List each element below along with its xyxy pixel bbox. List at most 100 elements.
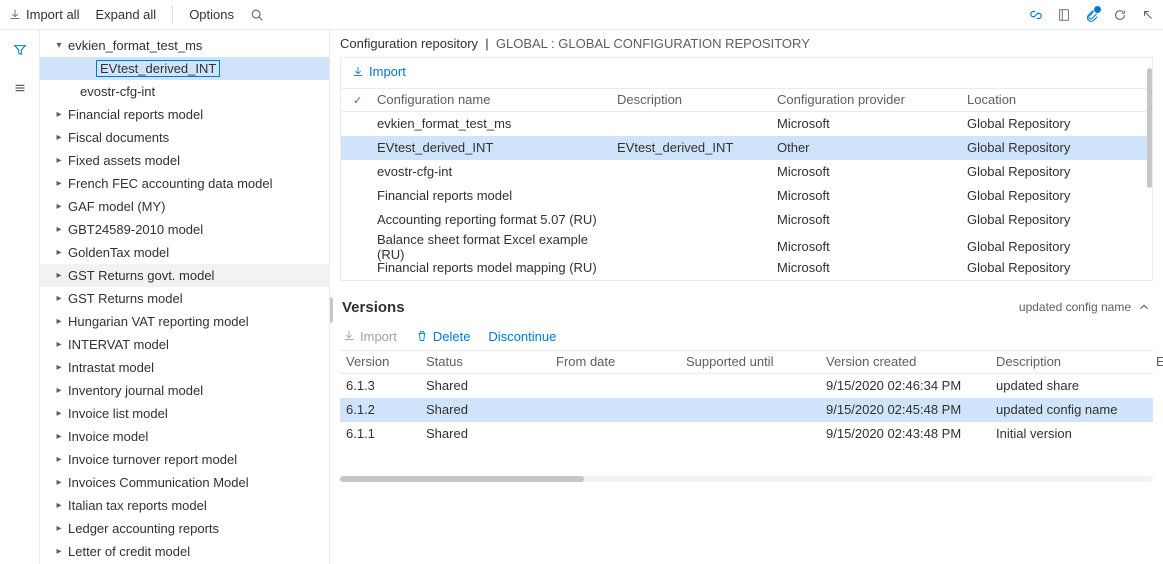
- tree-item[interactable]: ▸INTERVAT model: [40, 333, 329, 356]
- tree-item[interactable]: ▸Fiscal documents: [40, 126, 329, 149]
- tree-item[interactable]: ▸Inventory journal model: [40, 379, 329, 402]
- tree-item[interactable]: EVtest_derived_INT: [40, 57, 329, 80]
- tree-item[interactable]: ▸Fixed assets model: [40, 149, 329, 172]
- tree-item[interactable]: evostr-cfg-int: [40, 80, 329, 103]
- tree-item[interactable]: ▸Invoice model: [40, 425, 329, 448]
- tree-item[interactable]: ▸GAF model (MY): [40, 195, 329, 218]
- cell-status: Shared: [426, 426, 556, 441]
- tree-item[interactable]: ▸French FEC accounting data model: [40, 172, 329, 195]
- chevron-right-icon[interactable]: ▸: [52, 384, 66, 398]
- vcol-e[interactable]: E: [1156, 354, 1163, 369]
- chevron-right-icon[interactable]: ▸: [52, 292, 66, 306]
- chevron-right-icon[interactable]: ▸: [52, 177, 66, 191]
- link-icon-button[interactable]: [1029, 8, 1043, 22]
- horizontal-scrollbar[interactable]: [340, 476, 1153, 482]
- chevron-right-icon[interactable]: ▸: [52, 246, 66, 260]
- import-all-button[interactable]: Import all: [8, 7, 79, 22]
- chevron-right-icon[interactable]: ▸: [52, 315, 66, 329]
- config-row[interactable]: Balance sheet format Excel example (RU)M…: [341, 232, 1152, 256]
- resize-handle[interactable]: [330, 297, 333, 323]
- office-icon-button[interactable]: [1057, 8, 1071, 22]
- filter-icon: [13, 43, 27, 57]
- tree-item[interactable]: ▸GoldenTax model: [40, 241, 329, 264]
- tree-item[interactable]: ▸Ledger accounting reports: [40, 517, 329, 540]
- config-import-button[interactable]: Import: [351, 64, 406, 79]
- chevron-right-icon[interactable]: ▸: [52, 453, 66, 467]
- config-row[interactable]: Financial reports model mapping (RU)Micr…: [341, 256, 1152, 280]
- tree-item[interactable]: ▸GST Returns govt. model: [40, 264, 329, 287]
- chevron-right-icon[interactable]: ▸: [52, 545, 66, 559]
- col-name[interactable]: Configuration name: [371, 92, 611, 107]
- options-button[interactable]: Options: [189, 7, 234, 22]
- chevron-right-icon[interactable]: ▸: [52, 499, 66, 513]
- expand-all-button[interactable]: Expand all: [95, 7, 156, 22]
- vcol-version[interactable]: Version: [346, 354, 426, 369]
- check-icon[interactable]: [353, 92, 362, 107]
- tree-item-label: Ledger accounting reports: [66, 521, 219, 536]
- cell-desc: updated share: [996, 378, 1156, 393]
- tree-pane[interactable]: ▾evkien_format_test_ms EVtest_derived_INT…: [40, 30, 330, 564]
- tree-item[interactable]: ▸Italian tax reports model: [40, 494, 329, 517]
- vcol-status[interactable]: Status: [426, 354, 556, 369]
- office-icon: [1057, 8, 1071, 22]
- config-row[interactable]: evkien_format_test_msMicrosoftGlobal Rep…: [341, 112, 1152, 136]
- filter-button[interactable]: [6, 36, 34, 64]
- tree-item[interactable]: ▸Financial reports model: [40, 103, 329, 126]
- cell-version: 6.1.2: [346, 402, 426, 417]
- tree-item-label: GST Returns model: [66, 291, 183, 306]
- attach-icon-button[interactable]: [1085, 8, 1099, 22]
- versions-delete-button[interactable]: Delete: [415, 329, 471, 344]
- tree-item[interactable]: ▸GBT24589-2010 model: [40, 218, 329, 241]
- chevron-right-icon[interactable]: ▸: [52, 269, 66, 283]
- chevron-right-icon[interactable]: ▸: [52, 154, 66, 168]
- col-location[interactable]: Location: [961, 92, 1146, 107]
- refresh-button[interactable]: [1113, 8, 1127, 22]
- chevron-right-icon[interactable]: ▸: [52, 522, 66, 536]
- cell-location: Global Repository: [961, 140, 1146, 155]
- list-icon: [13, 81, 27, 95]
- tree-item[interactable]: ▸Invoice turnover report model: [40, 448, 329, 471]
- cell-status: Shared: [426, 402, 556, 417]
- version-row[interactable]: 6.1.2Shared9/15/2020 02:45:48 PMupdated …: [340, 398, 1153, 422]
- chevron-right-icon[interactable]: ▸: [52, 223, 66, 237]
- chevron-right-icon[interactable]: ▸: [52, 361, 66, 375]
- chevron-right-icon[interactable]: ▸: [52, 108, 66, 122]
- chevron-down-icon[interactable]: ▾: [52, 39, 66, 53]
- chevron-right-icon[interactable]: ▸: [52, 407, 66, 421]
- tree-item[interactable]: ▸Invoice list model: [40, 402, 329, 425]
- cell-location: Global Repository: [961, 260, 1146, 275]
- tree-item[interactable]: ▸Letter of credit model: [40, 540, 329, 563]
- tree-item-label: EVtest_derived_INT: [96, 60, 220, 77]
- tree-item[interactable]: ▸Hungarian VAT reporting model: [40, 310, 329, 333]
- paperclip-icon: [1085, 8, 1099, 22]
- vcol-until[interactable]: Supported until: [686, 354, 826, 369]
- vcol-from[interactable]: From date: [556, 354, 686, 369]
- config-row[interactable]: evostr-cfg-intMicrosoftGlobal Repository: [341, 160, 1152, 184]
- chevron-right-icon[interactable]: ▸: [52, 338, 66, 352]
- config-row[interactable]: Accounting reporting format 5.07 (RU)Mic…: [341, 208, 1152, 232]
- col-desc[interactable]: Description: [611, 92, 771, 107]
- cell-provider: Microsoft: [771, 212, 961, 227]
- col-provider[interactable]: Configuration provider: [771, 92, 961, 107]
- vcol-created[interactable]: Version created: [826, 354, 996, 369]
- config-row[interactable]: EVtest_derived_INTEVtest_derived_INTOthe…: [341, 136, 1152, 160]
- tree-item[interactable]: ▸GST Returns model: [40, 287, 329, 310]
- scrollbar[interactable]: [1147, 68, 1152, 188]
- tree-item[interactable]: ▸Intrastat model: [40, 356, 329, 379]
- vcol-desc[interactable]: Description: [996, 354, 1156, 369]
- tree-item-label: Hungarian VAT reporting model: [66, 314, 249, 329]
- chevron-right-icon[interactable]: ▸: [52, 131, 66, 145]
- tree-item[interactable]: ▸Invoices Communication Model: [40, 471, 329, 494]
- search-button[interactable]: [250, 8, 264, 22]
- chevron-up-icon[interactable]: [1137, 300, 1151, 314]
- chevron-right-icon[interactable]: ▸: [52, 476, 66, 490]
- version-row[interactable]: 6.1.1Shared9/15/2020 02:43:48 PMInitial …: [340, 422, 1153, 446]
- list-button[interactable]: [6, 74, 34, 102]
- version-row[interactable]: 6.1.3Shared9/15/2020 02:46:34 PMupdated …: [340, 374, 1153, 398]
- versions-discontinue-button[interactable]: Discontinue: [488, 329, 556, 344]
- chevron-right-icon[interactable]: ▸: [52, 200, 66, 214]
- tree-item[interactable]: ▾evkien_format_test_ms: [40, 34, 329, 57]
- config-row[interactable]: Financial reports modelMicrosoftGlobal R…: [341, 184, 1152, 208]
- chevron-right-icon[interactable]: ▸: [52, 430, 66, 444]
- open-new-button[interactable]: [1141, 8, 1155, 22]
